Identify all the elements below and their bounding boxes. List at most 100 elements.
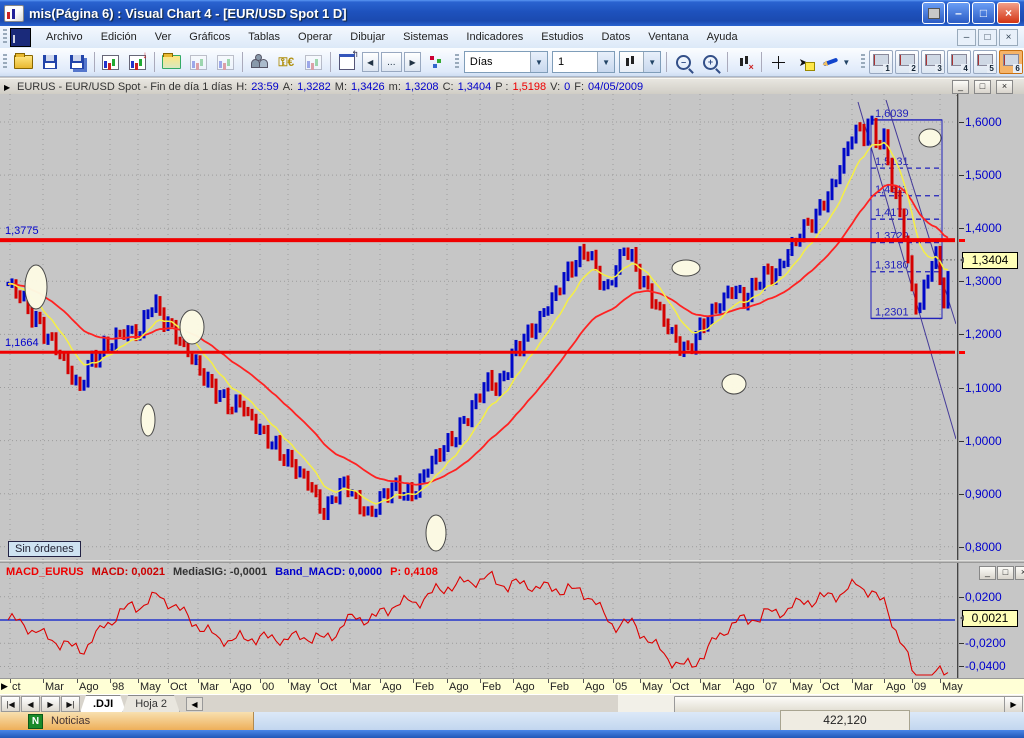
macd-plot[interactable] — [0, 563, 956, 678]
open-button[interactable] — [11, 50, 36, 74]
svg-text:1,3180: 1,3180 — [875, 260, 909, 272]
zoom-out-button[interactable]: – — [671, 50, 696, 74]
panel-minimize-button[interactable]: _ — [952, 80, 969, 94]
time-tick — [790, 679, 791, 683]
chart-window-icon[interactable] — [10, 28, 31, 47]
time-label: Ago — [585, 681, 605, 693]
chart-type-dropdown[interactable]: ▼ — [619, 51, 661, 73]
minimize-button[interactable]: – — [947, 2, 970, 24]
template-button-1[interactable]: 1 — [869, 50, 893, 74]
periodicity-value: Días — [465, 56, 530, 68]
time-label: Feb — [482, 681, 501, 693]
menu-ventana[interactable]: Ventana — [639, 28, 697, 46]
template-buttons: 123456 — [868, 50, 1024, 74]
macd-close-button[interactable]: × — [1015, 566, 1024, 580]
chevron-down-icon[interactable]: ▼ — [530, 52, 547, 72]
prev-page-button[interactable]: ◀ — [362, 52, 379, 72]
toolbar-grip[interactable] — [3, 54, 7, 70]
zoom-in-button[interactable]: + — [698, 50, 723, 74]
import-icon — [217, 55, 234, 70]
draw-pen-button[interactable]: ▼ — [820, 50, 854, 74]
link-nodes-icon — [429, 55, 443, 69]
panel-close-button[interactable]: × — [996, 80, 1013, 94]
macd-axis[interactable]: 0,0200-0,0200-0,04000,0021 — [957, 563, 1024, 678]
link-symbols-button[interactable] — [423, 50, 448, 74]
mdi-minimize-button[interactable]: – — [957, 29, 976, 46]
open-folder-icon — [14, 55, 33, 69]
crosshair-button[interactable] — [766, 50, 791, 74]
axis-play-icon[interactable]: ▶ — [1, 681, 8, 692]
mdi-restore-button[interactable]: □ — [978, 29, 997, 46]
tab-nav-button-3[interactable]: ▶| — [61, 696, 80, 712]
price-label: 1,5000 — [965, 168, 1002, 182]
template-button-5[interactable]: 5 — [973, 50, 997, 74]
field-label: A: — [283, 81, 293, 93]
price-axis[interactable]: 1,60001,50001,40001,30001,20001,10001,00… — [957, 94, 1024, 560]
sheet-tab-hoja2[interactable]: Hoja 2 — [122, 695, 180, 713]
folder-chart-button[interactable] — [159, 50, 184, 74]
chevron-down-icon[interactable]: ▼ — [597, 52, 614, 72]
pages-button[interactable]: ... — [381, 52, 402, 72]
tab-nav-button-2[interactable]: ▶ — [41, 696, 60, 712]
menu-sistemas[interactable]: Sistemas — [394, 28, 457, 46]
menu-dibujar[interactable]: Dibujar — [341, 28, 394, 46]
tab-nav-button-0[interactable]: |◀ — [1, 696, 20, 712]
time-tick — [700, 679, 701, 683]
restore-button[interactable]: □ — [972, 2, 995, 24]
menu-tablas[interactable]: Tablas — [239, 28, 289, 46]
key-euro-button[interactable]: ⚿€ — [274, 50, 299, 74]
menu-edición[interactable]: Edición — [92, 28, 146, 46]
periodicity-dropdown[interactable]: Días ▼ — [464, 51, 548, 73]
macd-header-segment: MACD_EURUS — [6, 566, 84, 579]
tray-button[interactable] — [922, 2, 945, 24]
tab-scroll-left-button[interactable]: ◀ — [186, 697, 203, 711]
delete-bar-button[interactable]: × — [732, 50, 757, 74]
news-segment[interactable]: N Noticias — [0, 712, 254, 730]
field-value: 1,3282 — [297, 81, 331, 93]
time-tick — [670, 679, 671, 683]
red-level-tick — [959, 239, 965, 242]
scroll-right-button[interactable]: ▶ — [1004, 696, 1023, 713]
chevron-down-icon[interactable]: ▼ — [643, 52, 660, 72]
play-icon[interactable]: ▶ — [4, 83, 13, 92]
window-title: mis(Página 6) : Visual Chart 4 - [EUR/US… — [29, 6, 347, 21]
menu-ver[interactable]: Ver — [146, 28, 181, 46]
menu-datos[interactable]: Datos — [592, 28, 639, 46]
main-chart-plot[interactable]: 1,60391,51311,46111,41701,37291,31801,23… — [0, 94, 956, 560]
menu-archivo[interactable]: Archivo — [37, 28, 92, 46]
zoom-in-icon: + — [703, 55, 718, 70]
menu-indicadores[interactable]: Indicadores — [457, 28, 532, 46]
users-button[interactable] — [247, 50, 272, 74]
template-button-2[interactable]: 2 — [895, 50, 919, 74]
macd-maximize-button[interactable]: □ — [997, 566, 1014, 580]
close-button[interactable]: × — [997, 2, 1020, 24]
macd-minimize-button[interactable]: _ — [979, 566, 996, 580]
tab-nav-button-1[interactable]: ◀ — [21, 696, 40, 712]
template-button-6[interactable]: 6 — [999, 50, 1023, 74]
save-all-button[interactable] — [65, 50, 90, 74]
menu-ayuda[interactable]: Ayuda — [698, 28, 747, 46]
menu-gráficos[interactable]: Gráficos — [180, 28, 239, 46]
pointer-note-button[interactable]: ➤ — [793, 50, 818, 74]
time-axis[interactable]: ▶ ctMarAgo98MayOctMarAgo00MayOctMarAgoFe… — [0, 678, 1024, 695]
menu-estudios[interactable]: Estudios — [532, 28, 592, 46]
next-page-button[interactable]: ▶ — [404, 52, 421, 72]
template-button-4[interactable]: 4 — [947, 50, 971, 74]
time-tick — [548, 679, 549, 683]
menu-operar[interactable]: Operar — [289, 28, 341, 46]
time-label: Feb — [550, 681, 569, 693]
time-tick — [513, 679, 514, 683]
panel-maximize-button[interactable]: □ — [974, 80, 991, 94]
save-button[interactable] — [38, 50, 63, 74]
field-label: H: — [236, 81, 247, 93]
mdi-close-button[interactable]: × — [999, 29, 1018, 46]
properties-button[interactable] — [335, 50, 360, 74]
compression-dropdown[interactable]: 1 ▼ — [552, 51, 615, 73]
time-tick — [912, 679, 913, 683]
sheet-tab-dji[interactable]: .DJI — [80, 695, 126, 713]
new-chart-button[interactable] — [98, 50, 123, 74]
insert-chart-button[interactable] — [125, 50, 150, 74]
drag-grip[interactable] — [3, 29, 7, 45]
template-button-3[interactable]: 3 — [921, 50, 945, 74]
time-label: Ago — [449, 681, 469, 693]
